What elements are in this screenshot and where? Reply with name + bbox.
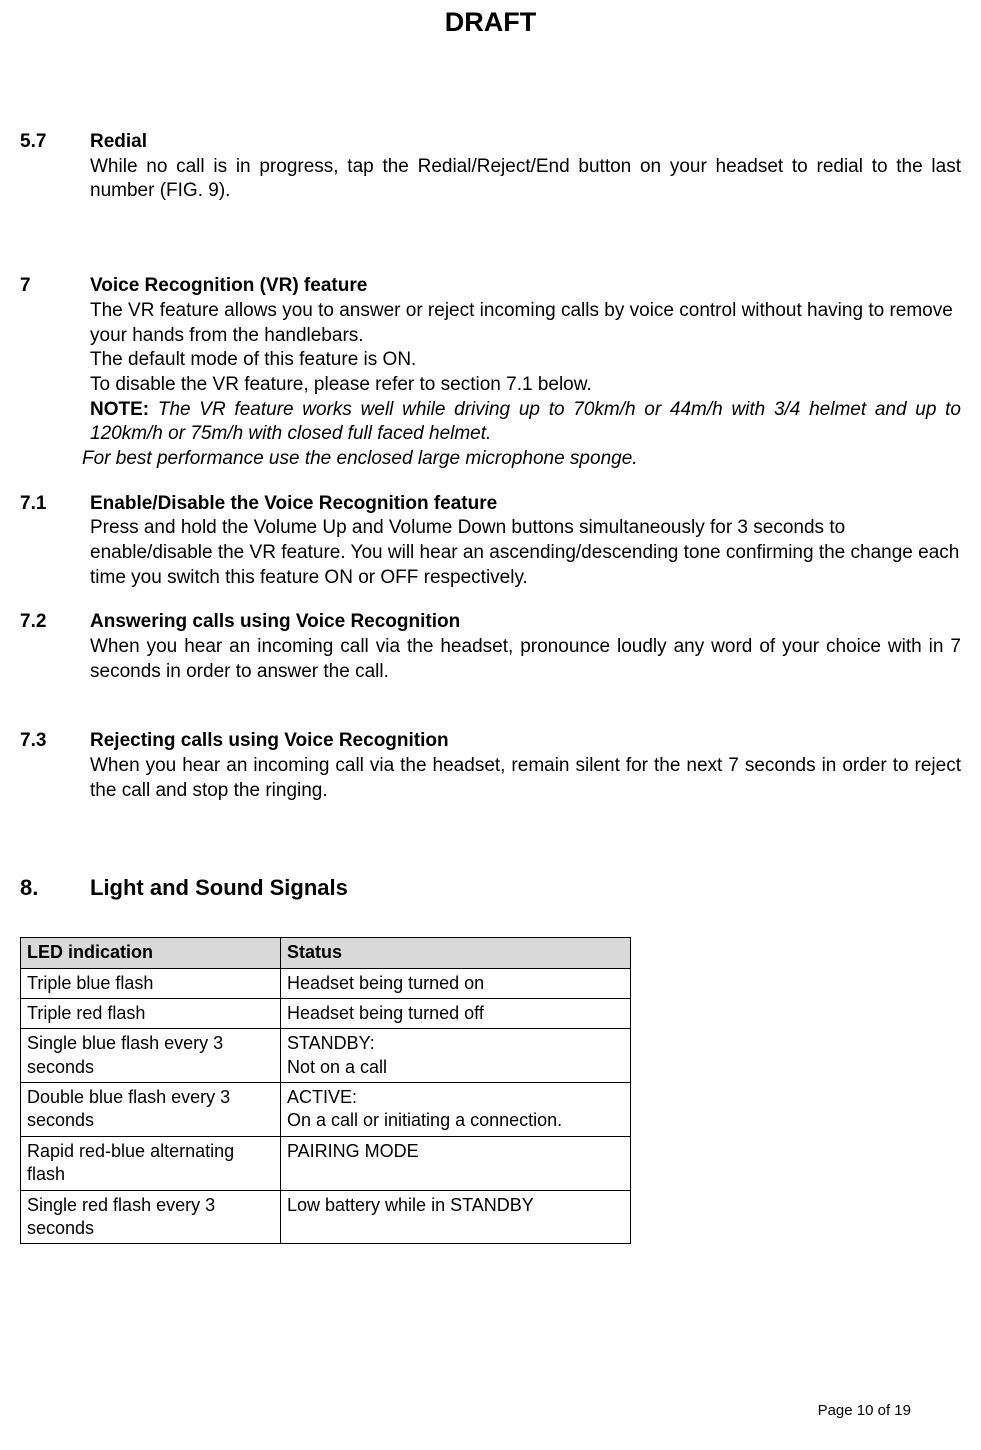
table-cell: STANDBY: Not on a call [281, 1029, 631, 1083]
table-cell: Headset being turned on [281, 968, 631, 998]
section-body: When you hear an incoming call via the h… [20, 635, 961, 684]
section-7: 7 Voice Recognition (VR) feature The VR … [20, 274, 961, 472]
section-title: Answering calls using Voice Recognition [90, 610, 460, 635]
section-title: Enable/Disable the Voice Recognition fea… [90, 492, 497, 517]
section-number: 8. [20, 874, 90, 903]
table-cell: Rapid red-blue alternating flash [21, 1136, 281, 1190]
section-body: When you hear an incoming call via the h… [20, 754, 961, 803]
note-body2: For best performance use the enclosed la… [20, 447, 961, 472]
section-body: Press and hold the Volume Up and Volume … [20, 516, 961, 590]
table-header-status: Status [281, 938, 631, 968]
section-p2: The default mode of this feature is ON. [20, 348, 961, 373]
section-number: 7 [20, 274, 90, 299]
table-row: Triple red flash Headset being turned of… [21, 998, 631, 1028]
section-8: 8. Light and Sound Signals [20, 874, 961, 903]
section-number: 7.1 [20, 492, 90, 517]
table-cell: Single red flash every 3 seconds [21, 1190, 281, 1244]
section-number: 7.3 [20, 729, 90, 754]
table-cell: PAIRING MODE [281, 1136, 631, 1190]
section-title: Rejecting calls using Voice Recognition [90, 729, 449, 754]
page-footer: Page 10 of 19 [818, 1401, 911, 1421]
section-number: 7.2 [20, 610, 90, 635]
table-cell: Single blue flash every 3 seconds [21, 1029, 281, 1083]
table-cell: ACTIVE: On a call or initiating a connec… [281, 1083, 631, 1137]
section-title: Redial [90, 130, 147, 155]
section-5-7: 5.7 Redial While no call is in progress,… [20, 130, 961, 204]
section-p3: To disable the VR feature, please refer … [20, 373, 961, 398]
table-cell: Low battery while in STANDBY [281, 1190, 631, 1244]
table-row: Single blue flash every 3 seconds STANDB… [21, 1029, 631, 1083]
table-cell: Headset being turned off [281, 998, 631, 1028]
section-title: Voice Recognition (VR) feature [90, 274, 367, 299]
section-title: Light and Sound Signals [90, 874, 348, 903]
signals-table: LED indication Status Triple blue flash … [20, 937, 631, 1244]
note-label: NOTE: [90, 399, 158, 420]
table-row: Rapid red-blue alternating flash PAIRING… [21, 1136, 631, 1190]
section-7-2: 7.2 Answering calls using Voice Recognit… [20, 610, 961, 684]
table-row: Single red flash every 3 seconds Low bat… [21, 1190, 631, 1244]
table-header-led: LED indication [21, 938, 281, 968]
table-cell: Double blue flash every 3 seconds [21, 1083, 281, 1137]
draft-header: DRAFT [20, 0, 961, 130]
table-row: Triple blue flash Headset being turned o… [21, 968, 631, 998]
note-body: The VR feature works well while driving … [90, 399, 961, 445]
section-number: 5.7 [20, 130, 90, 155]
section-7-3: 7.3 Rejecting calls using Voice Recognit… [20, 729, 961, 803]
section-body: While no call is in progress, tap the Re… [20, 155, 961, 204]
table-row: Double blue flash every 3 seconds ACTIVE… [21, 1083, 631, 1137]
table-cell: Triple blue flash [21, 968, 281, 998]
section-note: NOTE: The VR feature works well while dr… [20, 398, 961, 447]
table-cell: Triple red flash [21, 998, 281, 1028]
section-7-1: 7.1 Enable/Disable the Voice Recognition… [20, 492, 961, 591]
section-p1: The VR feature allows you to answer or r… [20, 299, 961, 348]
